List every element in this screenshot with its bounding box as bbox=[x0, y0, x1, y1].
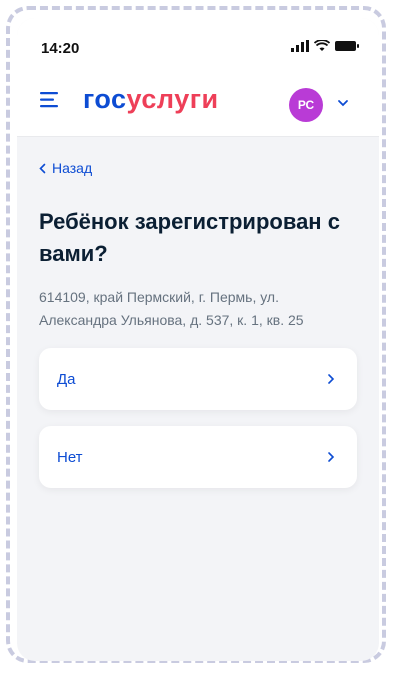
menu-icon[interactable] bbox=[40, 92, 60, 108]
option-label: Да bbox=[57, 370, 76, 388]
status-time: 14:20 bbox=[41, 40, 80, 57]
app-header: госуслуги РС bbox=[17, 64, 379, 136]
option-yes-button[interactable]: Да bbox=[39, 348, 357, 410]
status-bar: 14:20 bbox=[17, 18, 379, 64]
gosuslugi-logo[interactable]: госуслуги bbox=[83, 84, 219, 115]
registration-address: 614109, край Пермский, г. Пермь, ул. Але… bbox=[39, 289, 304, 328]
option-label: Нет bbox=[57, 448, 83, 466]
battery-icon bbox=[335, 41, 359, 51]
logo-part-uslugi: услуги bbox=[126, 84, 219, 114]
avatar[interactable]: РС bbox=[289, 88, 323, 122]
main-content: Назад Ребёнок зарегистрирован с вами? 61… bbox=[17, 160, 379, 488]
option-no-button[interactable]: Нет bbox=[39, 426, 357, 488]
wifi-icon bbox=[314, 40, 330, 51]
back-link[interactable]: Назад bbox=[39, 160, 357, 176]
back-label: Назад bbox=[52, 160, 93, 176]
page-title: Ребёнок зарегистрирован с вами? bbox=[39, 209, 340, 266]
chevron-down-icon[interactable] bbox=[337, 98, 349, 108]
signal-icon bbox=[291, 40, 309, 52]
status-icons bbox=[291, 40, 359, 52]
chevron-left-icon bbox=[39, 163, 46, 173]
logo-part-gos: гос bbox=[83, 84, 127, 114]
chevron-right-icon bbox=[328, 374, 335, 384]
phone-screen: 14:20 госуслуги РС Назад Ребёнок зарегис… bbox=[17, 18, 379, 661]
chevron-right-icon bbox=[328, 452, 335, 462]
